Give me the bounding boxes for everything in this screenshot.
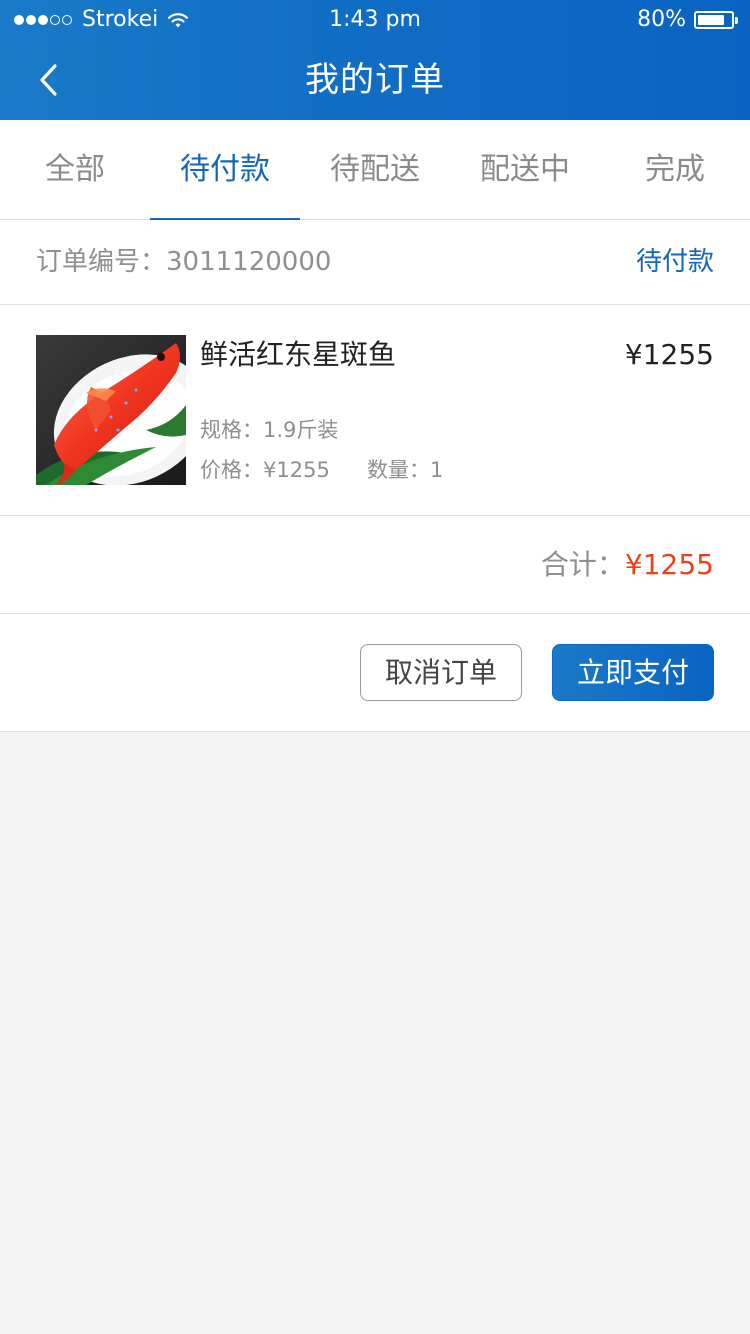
order-number: 订单编号：3011120000 [36, 247, 332, 277]
order-status-tabs: 全部 待付款 待配送 配送中 完成 [0, 120, 750, 221]
order-card: 订单编号：3011120000 待付款 鲜活红东星斑鱼 ¥1255 规格：1.9… [0, 220, 750, 732]
tab-all[interactable]: 全部 [0, 120, 150, 220]
pay-now-button[interactable]: 立即支付 [552, 644, 714, 701]
status-right: 80% [637, 0, 738, 40]
battery-icon [694, 11, 738, 29]
product-name: 鲜活红东星斑鱼 [200, 338, 397, 371]
product-price: ¥1255 [624, 338, 714, 371]
battery-percent: 80% [637, 7, 686, 32]
product-item[interactable]: 鲜活红东星斑鱼 ¥1255 规格：1.9斤装 价格：¥1255 数量：1 [0, 305, 750, 516]
tab-pending-delivery[interactable]: 待配送 [300, 120, 450, 220]
tab-in-delivery[interactable]: 配送中 [450, 120, 600, 220]
cancel-order-button[interactable]: 取消订单 [360, 644, 522, 701]
tab-completed[interactable]: 完成 [600, 120, 750, 220]
page-title: 我的订单 [305, 60, 445, 100]
product-quantity: 数量：1 [367, 458, 444, 482]
app-header: Strokei 1:43 pm 80% 我的订单 [0, 0, 750, 120]
order-header: 订单编号：3011120000 待付款 [0, 220, 750, 305]
battery-tip [735, 17, 738, 24]
red-grouper-fish-image [36, 335, 186, 485]
order-status-badge: 待付款 [635, 247, 714, 277]
status-bar: Strokei 1:43 pm 80% [0, 0, 750, 40]
product-image[interactable] [36, 335, 186, 485]
order-total: 合计：¥1255 [541, 516, 714, 614]
battery-level [698, 15, 724, 25]
order-actions: 取消订单 立即支付 [0, 614, 750, 732]
product-unit-price: 价格：¥1255 [200, 458, 330, 482]
order-total-row: 合计：¥1255 [0, 516, 750, 614]
total-label: 合计： [540, 548, 625, 581]
total-value: ¥1255 [624, 548, 714, 581]
product-spec: 规格：1.9斤装 [200, 418, 339, 442]
tab-pending-payment[interactable]: 待付款 [150, 120, 300, 221]
nav-bar: 我的订单 [0, 40, 750, 120]
